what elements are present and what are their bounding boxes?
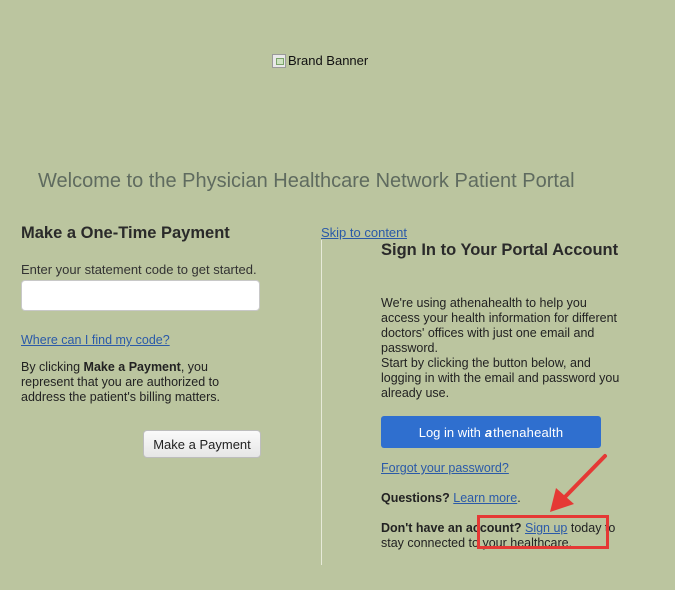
- brand-banner-alt-text: Brand Banner: [288, 53, 369, 68]
- payment-hint: Enter your statement code to get started…: [21, 262, 257, 277]
- questions-label: Questions?: [381, 491, 450, 505]
- one-time-payment-section: Make a One-Time Payment Enter your state…: [21, 224, 281, 458]
- forgot-password-link[interactable]: Forgot your password?: [381, 461, 509, 475]
- athenahealth-logo-icon: a: [484, 424, 493, 440]
- signin-title: Sign In to Your Portal Account: [381, 241, 619, 259]
- login-button-label: Log in with: [418, 424, 481, 440]
- payment-title: Make a One-Time Payment: [21, 224, 230, 242]
- athenahealth-logo-text: thenahealth: [493, 424, 564, 440]
- login-athenahealth-button[interactable]: Log in with a thenahealth: [381, 416, 601, 448]
- consent-bold: Make a Payment: [83, 360, 181, 374]
- where-find-code-link[interactable]: Where can I find my code?: [21, 333, 170, 347]
- annotation-arrow-icon: [550, 454, 607, 512]
- signin-instructions-text: Start by clicking the button below, and …: [381, 356, 620, 400]
- skip-to-content-link[interactable]: Skip to content: [321, 225, 407, 240]
- questions-line: Questions? Learn more.: [381, 491, 521, 505]
- brand-banner: Brand Banner: [272, 53, 368, 68]
- section-divider: [321, 240, 322, 565]
- signin-intro-text: We're using athenahealth to help you acc…: [381, 296, 618, 355]
- page-title: Welcome to the Physician Healthcare Netw…: [38, 170, 575, 192]
- portal-signin-section: Sign In to Your Portal Account We're usi…: [381, 240, 621, 550]
- consent-prefix: By clicking: [21, 360, 84, 374]
- annotation-highlight-box: [477, 515, 609, 549]
- make-payment-button[interactable]: Make a Payment: [143, 430, 261, 458]
- learn-more-suffix: .: [517, 491, 521, 505]
- payment-consent-text: By clicking Make a Payment, you represen…: [21, 360, 251, 405]
- broken-image-icon: [272, 53, 286, 68]
- learn-more-link[interactable]: Learn more: [453, 491, 517, 505]
- statement-code-input[interactable]: [21, 280, 260, 311]
